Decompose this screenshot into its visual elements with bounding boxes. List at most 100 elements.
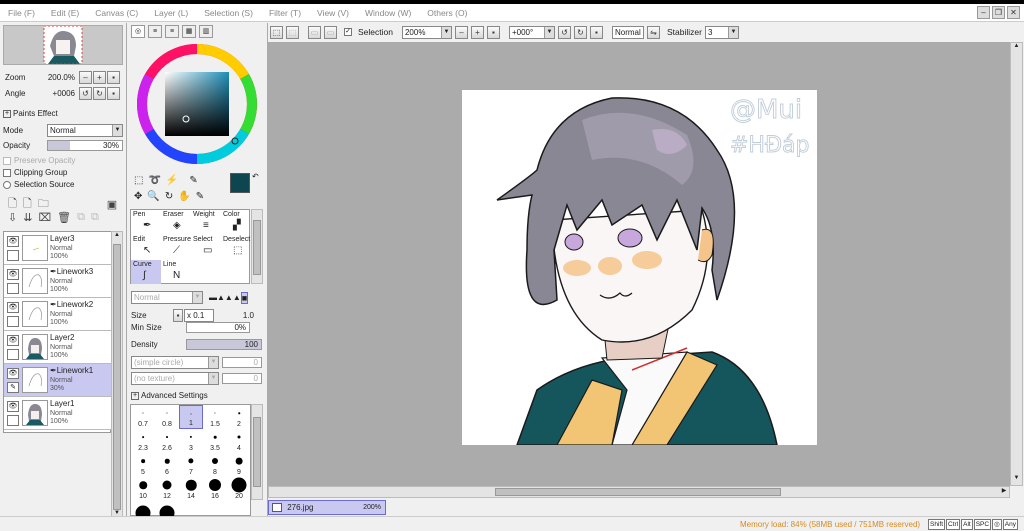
scroll-up-icon[interactable]: ▲ [112, 232, 122, 242]
lasso-icon[interactable]: ➰ [148, 175, 160, 186]
density-slider[interactable]: 100 [186, 339, 262, 350]
horizontal-scroll-thumb[interactable] [495, 488, 781, 496]
rgb-slider-tab[interactable]: ≡ [148, 25, 162, 38]
brush-blend-select[interactable]: Normal ▼ [131, 291, 203, 304]
magic-wand-icon[interactable]: ⚡ [166, 175, 178, 186]
hide-selection-icon[interactable]: ▭ [308, 25, 321, 39]
visibility-eye-icon[interactable]: 👁 [7, 368, 19, 379]
document-tab[interactable]: 276.jpg 200% [268, 500, 386, 515]
transfer-down-icon[interactable]: ⇩ [8, 211, 17, 224]
tool-line[interactable]: Line N [161, 260, 191, 284]
brush-shape-square-icon[interactable]: ■ [240, 291, 249, 304]
size-value[interactable]: 1.0 [214, 311, 254, 320]
tool-edit[interactable]: Edit ↖ [131, 235, 161, 259]
clear-layer-icon[interactable]: ⌧ [38, 211, 51, 224]
swap-colors-icon[interactable]: ↶ [252, 172, 259, 181]
paste-icon[interactable]: ⧉ [91, 211, 99, 224]
menu-file[interactable]: File (F) [0, 8, 43, 18]
move-icon[interactable]: ✥ [134, 191, 142, 202]
layer-scroll-thumb[interactable] [113, 244, 121, 510]
visibility-eye-icon[interactable]: 👁 [7, 236, 19, 247]
delete-layer-icon[interactable]: 🗑 [57, 211, 71, 224]
zoom-in-icon[interactable]: + [93, 71, 106, 84]
brush-size-cell[interactable]: 5 [131, 453, 155, 477]
brush-size-cell[interactable]: 16 [203, 477, 227, 501]
layer-edit-lock-icon[interactable] [7, 415, 19, 426]
layer-edit-lock-icon[interactable] [7, 349, 19, 360]
brush-shape-flat-icon[interactable]: ▬ [209, 293, 217, 302]
tool-eraser[interactable]: Eraser ◈ [161, 210, 191, 234]
rotate-left-icon[interactable]: ↺ [79, 87, 92, 100]
scroll-right-icon[interactable]: ▶ [999, 487, 1009, 497]
visibility-eye-icon[interactable]: 👁 [7, 335, 19, 346]
clipping-group-row[interactable]: Clipping Group [3, 168, 67, 177]
brush-shape-strength[interactable]: 0 [222, 357, 262, 368]
layer-edit-lock-icon[interactable]: ✎ [7, 382, 19, 393]
restore-button[interactable]: ❐ [992, 6, 1005, 19]
brush-size-cell[interactable]: 12 [155, 477, 179, 501]
brush-size-cell[interactable]: 2.3 [131, 429, 155, 453]
rotate-right-icon[interactable]: ↻ [93, 87, 106, 100]
drawing-canvas[interactable]: @Mui #HĐáp [462, 90, 817, 445]
menu-window[interactable]: Window (W) [357, 8, 419, 18]
zoom-reset-icon[interactable]: ▪ [107, 71, 120, 84]
primary-color-swatch[interactable] [230, 173, 250, 193]
hand-icon[interactable]: ✋ [178, 191, 190, 202]
visibility-eye-icon[interactable]: 👁 [7, 302, 19, 313]
rotate-right-icon[interactable]: ↻ [573, 25, 587, 39]
brush-size-cell[interactable]: 6 [155, 453, 179, 477]
brush-size-cell[interactable]: 3.5 [203, 429, 227, 453]
brush-size-cell[interactable]: 4 [227, 429, 251, 453]
brush-size-cell[interactable]: 1 [179, 405, 203, 429]
menu-others[interactable]: Others (O) [419, 8, 475, 18]
scratchpad-tab[interactable]: ▥ [199, 25, 213, 38]
brush-size-cell[interactable]: 0.8 [155, 405, 179, 429]
layer-edit-lock-icon[interactable] [7, 250, 19, 261]
layer-row[interactable]: 👁 ✒Linework2 Normal 100% [4, 298, 111, 331]
layer-edit-lock-icon[interactable] [7, 316, 19, 327]
layer-row[interactable]: 👁 Layer2 Normal 100% [4, 331, 111, 364]
min-size-slider[interactable]: 0% [186, 322, 250, 333]
color-picker-icon[interactable]: ✎ [196, 191, 204, 202]
show-selection-icon[interactable]: ▭ [324, 25, 337, 39]
tool-pen[interactable]: Pen ✒ [131, 210, 161, 234]
layer-row[interactable]: 👁 Layer3 Normal 100% [4, 232, 111, 265]
tool-curve[interactable]: Curve ∫ [131, 260, 161, 284]
close-button[interactable]: ✕ [1007, 6, 1020, 19]
brush-size-cell[interactable]: 2.6 [155, 429, 179, 453]
brush-size-cell[interactable]: 20 [227, 477, 251, 501]
tool-grid-scrollbar[interactable] [251, 209, 263, 284]
flip-icon[interactable]: ⇋ [646, 25, 660, 39]
selection-checkbox[interactable]: ✓ [344, 28, 352, 36]
zoom-in-icon[interactable]: + [470, 25, 484, 39]
zoom-out-icon[interactable]: – [454, 25, 468, 39]
merge-down-icon[interactable]: ⇊ [23, 211, 32, 224]
rotate-tool-icon[interactable]: ↻ [165, 191, 173, 202]
tool-color[interactable]: Color ▞ [221, 210, 251, 234]
size-multiplier-select[interactable]: x 0.1 [184, 309, 214, 322]
menu-filter[interactable]: Filter (T) [261, 8, 309, 18]
tool-pressure[interactable]: Pressure ⟋ [161, 235, 191, 259]
color-wheel[interactable] [136, 43, 258, 165]
menu-edit[interactable]: Edit (E) [43, 8, 87, 18]
copy-icon[interactable]: ⧉ [77, 211, 85, 224]
color-wheel-tab[interactable]: ◎ [131, 25, 145, 38]
size-lock-icon[interactable]: ▪ [173, 309, 183, 322]
zoom-select[interactable]: 200% ▼ [401, 25, 452, 39]
layer-edit-lock-icon[interactable] [7, 283, 19, 294]
layer-row[interactable]: 👁 ✒Linework3 Normal 100% [4, 265, 111, 298]
layer-list-scrollbar[interactable]: ▲ ▼ [111, 231, 123, 521]
opacity-slider[interactable]: 30% [47, 140, 123, 151]
tool-weight[interactable]: Weight ≡ [191, 210, 221, 234]
rect-select-icon[interactable]: ⬚ [134, 175, 143, 186]
brush-size-cell[interactable]: 3 [179, 429, 203, 453]
brush-size-cell[interactable]: 0.7 [131, 405, 155, 429]
minimize-button[interactable]: – [977, 6, 990, 19]
advanced-settings-header[interactable]: + Advanced Settings [131, 391, 208, 400]
layer-row[interactable]: 👁 ✎ ✒Linework1 Normal 30% [4, 364, 111, 397]
brush-size-cell[interactable]: 8 [203, 453, 227, 477]
rotate-left-icon[interactable]: ↺ [557, 25, 571, 39]
menu-selection[interactable]: Selection (S) [196, 8, 261, 18]
scroll-up-icon[interactable]: ▲ [1011, 43, 1022, 53]
eyedropper-icon[interactable]: ✎ [189, 175, 197, 186]
